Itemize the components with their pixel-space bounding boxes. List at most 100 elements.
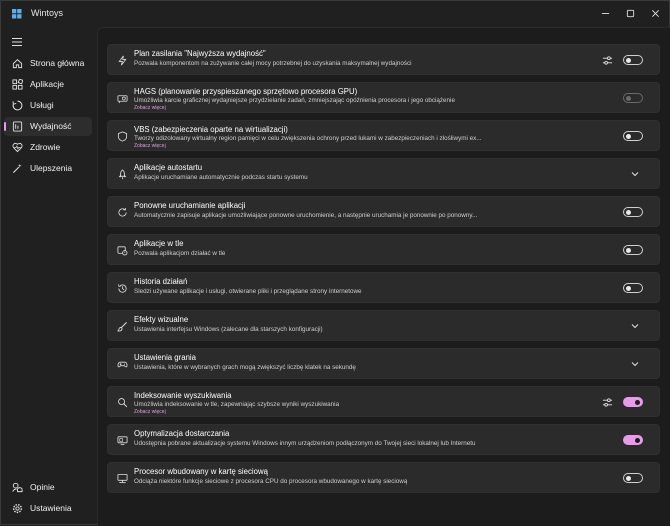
chevron-down-icon[interactable] <box>631 171 639 177</box>
card-startup-apps[interactable]: Aplikacje autostartu Aplikacje uruchamia… <box>107 158 660 189</box>
see-more-link[interactable]: Zobacz więcej <box>134 105 166 111</box>
active-indicator <box>4 122 6 131</box>
app-title: Wintoys <box>31 8 64 18</box>
background-apps-toggle[interactable] <box>623 245 643 255</box>
card-description: Umożliwia karcie graficznej wydajniejsze… <box>134 97 455 104</box>
card-title: Ustawienia grania <box>134 353 196 362</box>
card-title: Aplikacje w tle <box>134 239 184 248</box>
card-hags[interactable]: HAGS (planowanie przyspieszanego sprzęto… <box>107 82 660 113</box>
minimize-icon <box>601 12 609 14</box>
card-description: Pozwala aplikacjom działać w tle <box>134 250 226 257</box>
apps-icon <box>12 79 23 90</box>
search-indexing-toggle[interactable] <box>623 397 643 407</box>
brush-icon <box>117 322 127 332</box>
sidebar-item-performance[interactable]: Wydajność <box>4 117 92 136</box>
card-title: Plan zasilania "Najwyższa wydajność" <box>134 49 266 58</box>
card-gaming-settings[interactable]: Ustawienia grania Ustawienia, które w wy… <box>107 348 660 379</box>
refresh-icon <box>118 207 127 217</box>
background-apps-icon <box>117 246 128 256</box>
card-description: Umożliwia indeksowanie w tle, zapewniają… <box>134 401 340 408</box>
sidebar-item-home[interactable]: Strona główna <box>4 54 92 73</box>
card-title: Procesor wbudowany w kartę sieciową <box>134 467 268 476</box>
sidebar-item-tweaks[interactable]: Ulepszenia <box>4 159 92 178</box>
performance-icon <box>12 121 23 132</box>
devices-icon <box>117 436 128 446</box>
card-activity-history[interactable]: Historia działań Śledzi używane aplikacj… <box>107 272 660 303</box>
sidebar-item-label: Strona główna <box>30 58 85 68</box>
hags-toggle[interactable] <box>623 93 643 103</box>
sidebar-item-feedback[interactable]: Opinie <box>4 478 92 497</box>
app-logo-icon <box>12 9 22 19</box>
sidebar-item-label: Opinie <box>30 482 55 492</box>
activity-history-toggle[interactable] <box>623 283 643 293</box>
lightning-icon <box>118 55 127 66</box>
home-icon <box>12 59 23 69</box>
card-title: Ponowne uruchamianie aplikacji <box>134 201 246 210</box>
network-offload-toggle[interactable] <box>623 473 643 483</box>
sidebar: Strona główna Aplikacje Usługi Wydajność… <box>1 27 97 526</box>
card-background-apps[interactable]: Aplikacje w tle Pozwala aplikacjom dział… <box>107 234 660 265</box>
health-icon <box>12 142 23 153</box>
card-visual-effects[interactable]: Efekty wizualne Ustawienia interfejsu Wi… <box>107 310 660 341</box>
sidebar-item-apps[interactable]: Aplikacje <box>4 75 92 94</box>
title-bar[interactable]: Wintoys <box>1 1 669 27</box>
sidebar-item-label: Aplikacje <box>30 79 65 89</box>
rocket-icon <box>118 169 127 180</box>
card-search-indexing[interactable]: Indeksowanie wyszukiwania Umożliwia inde… <box>107 386 660 417</box>
close-button[interactable] <box>643 5 667 21</box>
card-power-plan[interactable]: Plan zasilania "Najwyższa wydajność" Poz… <box>107 44 660 75</box>
sidebar-item-settings[interactable]: Ustawienia <box>4 499 92 518</box>
card-description: Ustawienia, które w wybranych grach mogą… <box>134 364 356 371</box>
sliders-settings-icon[interactable] <box>602 55 613 66</box>
card-network-offload[interactable]: Procesor wbudowany w kartę sieciową Odci… <box>107 462 660 493</box>
card-title: VBS (zabezpieczenia oparte na wirtualiza… <box>134 125 288 134</box>
card-title: Indeksowanie wyszukiwania <box>134 391 232 400</box>
gear-icon <box>12 503 23 514</box>
sidebar-item-label: Zdrowie <box>30 142 61 152</box>
card-description: Automatycznie zapisuje aplikacje umożliw… <box>134 212 478 219</box>
card-description: Udostępnia pobrane aktualizacje systemu … <box>134 440 476 447</box>
sidebar-item-label: Ustawienia <box>30 503 72 513</box>
card-restart-apps[interactable]: Ponowne uruchamianie aplikacji Automatyc… <box>107 196 660 227</box>
sidebar-item-label: Usługi <box>30 100 54 110</box>
restart-apps-toggle[interactable] <box>623 207 643 217</box>
card-description: Ustawienia interfejsu Windows (zalecane … <box>134 326 323 333</box>
maximize-icon <box>626 9 634 17</box>
history-icon <box>118 284 127 293</box>
network-card-icon <box>117 473 128 484</box>
app-window: Wintoys Strona główna Aplikacje Usługi W… <box>0 0 670 526</box>
services-icon <box>12 100 23 111</box>
maximize-button[interactable] <box>618 5 642 21</box>
card-vbs[interactable]: VBS (zabezpieczenia oparte na wirtualiza… <box>107 120 660 151</box>
card-title: Aplikacje autostartu <box>134 163 203 172</box>
vbs-toggle[interactable] <box>623 131 643 141</box>
card-description: Śledzi używane aplikacje i usługi, otwie… <box>134 288 362 295</box>
tweaks-icon <box>12 163 22 174</box>
see-more-link[interactable]: Zobacz więcej <box>134 143 166 149</box>
card-description: Odciąża niektóre funkcje sieciowe z proc… <box>134 478 408 485</box>
sidebar-item-services[interactable]: Usługi <box>4 96 92 115</box>
card-description: Tworzy odizolowany wirtualny region pami… <box>134 135 482 142</box>
sidebar-item-label: Wydajność <box>30 121 72 131</box>
delivery-optimization-toggle[interactable] <box>623 435 643 445</box>
card-delivery-optimization[interactable]: Optymalizacja dostarczania Udostępnia po… <box>107 424 660 455</box>
minimize-button[interactable] <box>593 5 617 21</box>
card-description: Aplikacje uruchamiane automatycznie podc… <box>134 174 308 181</box>
hamburger-menu-icon[interactable] <box>11 37 23 47</box>
power-plan-toggle[interactable] <box>623 55 643 65</box>
see-more-link[interactable]: Zobacz więcej <box>134 409 166 415</box>
chevron-down-icon[interactable] <box>631 361 639 367</box>
gpu-icon <box>117 95 128 104</box>
card-title: HAGS (planowanie przyspieszanego sprzęto… <box>134 87 358 96</box>
card-title: Historia działań <box>134 277 188 286</box>
chevron-down-icon[interactable] <box>631 323 639 329</box>
shield-icon <box>117 131 128 142</box>
sliders-settings-icon[interactable] <box>602 397 613 408</box>
card-description: Pozwala komponentom na zużywanie całej m… <box>134 60 412 67</box>
sidebar-item-label: Ulepszenia <box>30 163 73 173</box>
feedback-icon <box>12 482 23 493</box>
performance-page: Plan zasilania "Najwyższa wydajność" Poz… <box>97 27 670 526</box>
gamepad-icon <box>117 361 128 368</box>
sidebar-item-health[interactable]: Zdrowie <box>4 138 92 157</box>
search-icon <box>118 398 128 408</box>
